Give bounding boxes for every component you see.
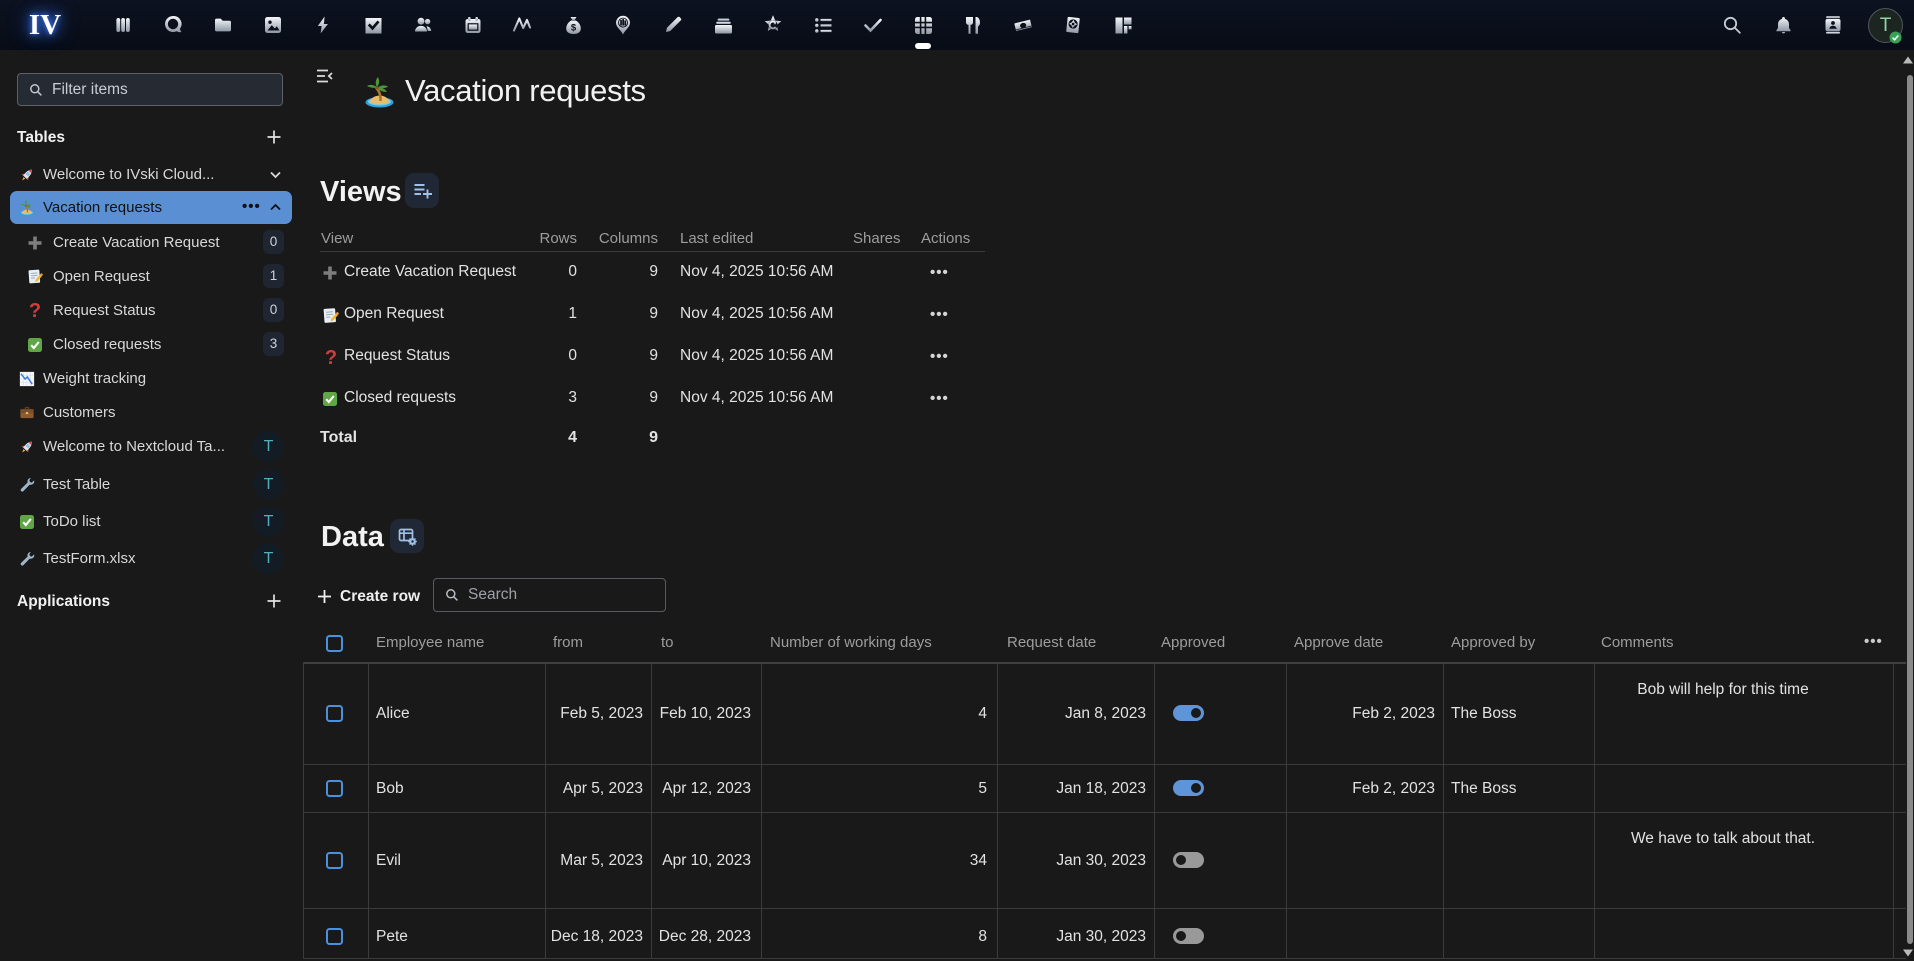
svg-text:$: $: [570, 22, 576, 33]
